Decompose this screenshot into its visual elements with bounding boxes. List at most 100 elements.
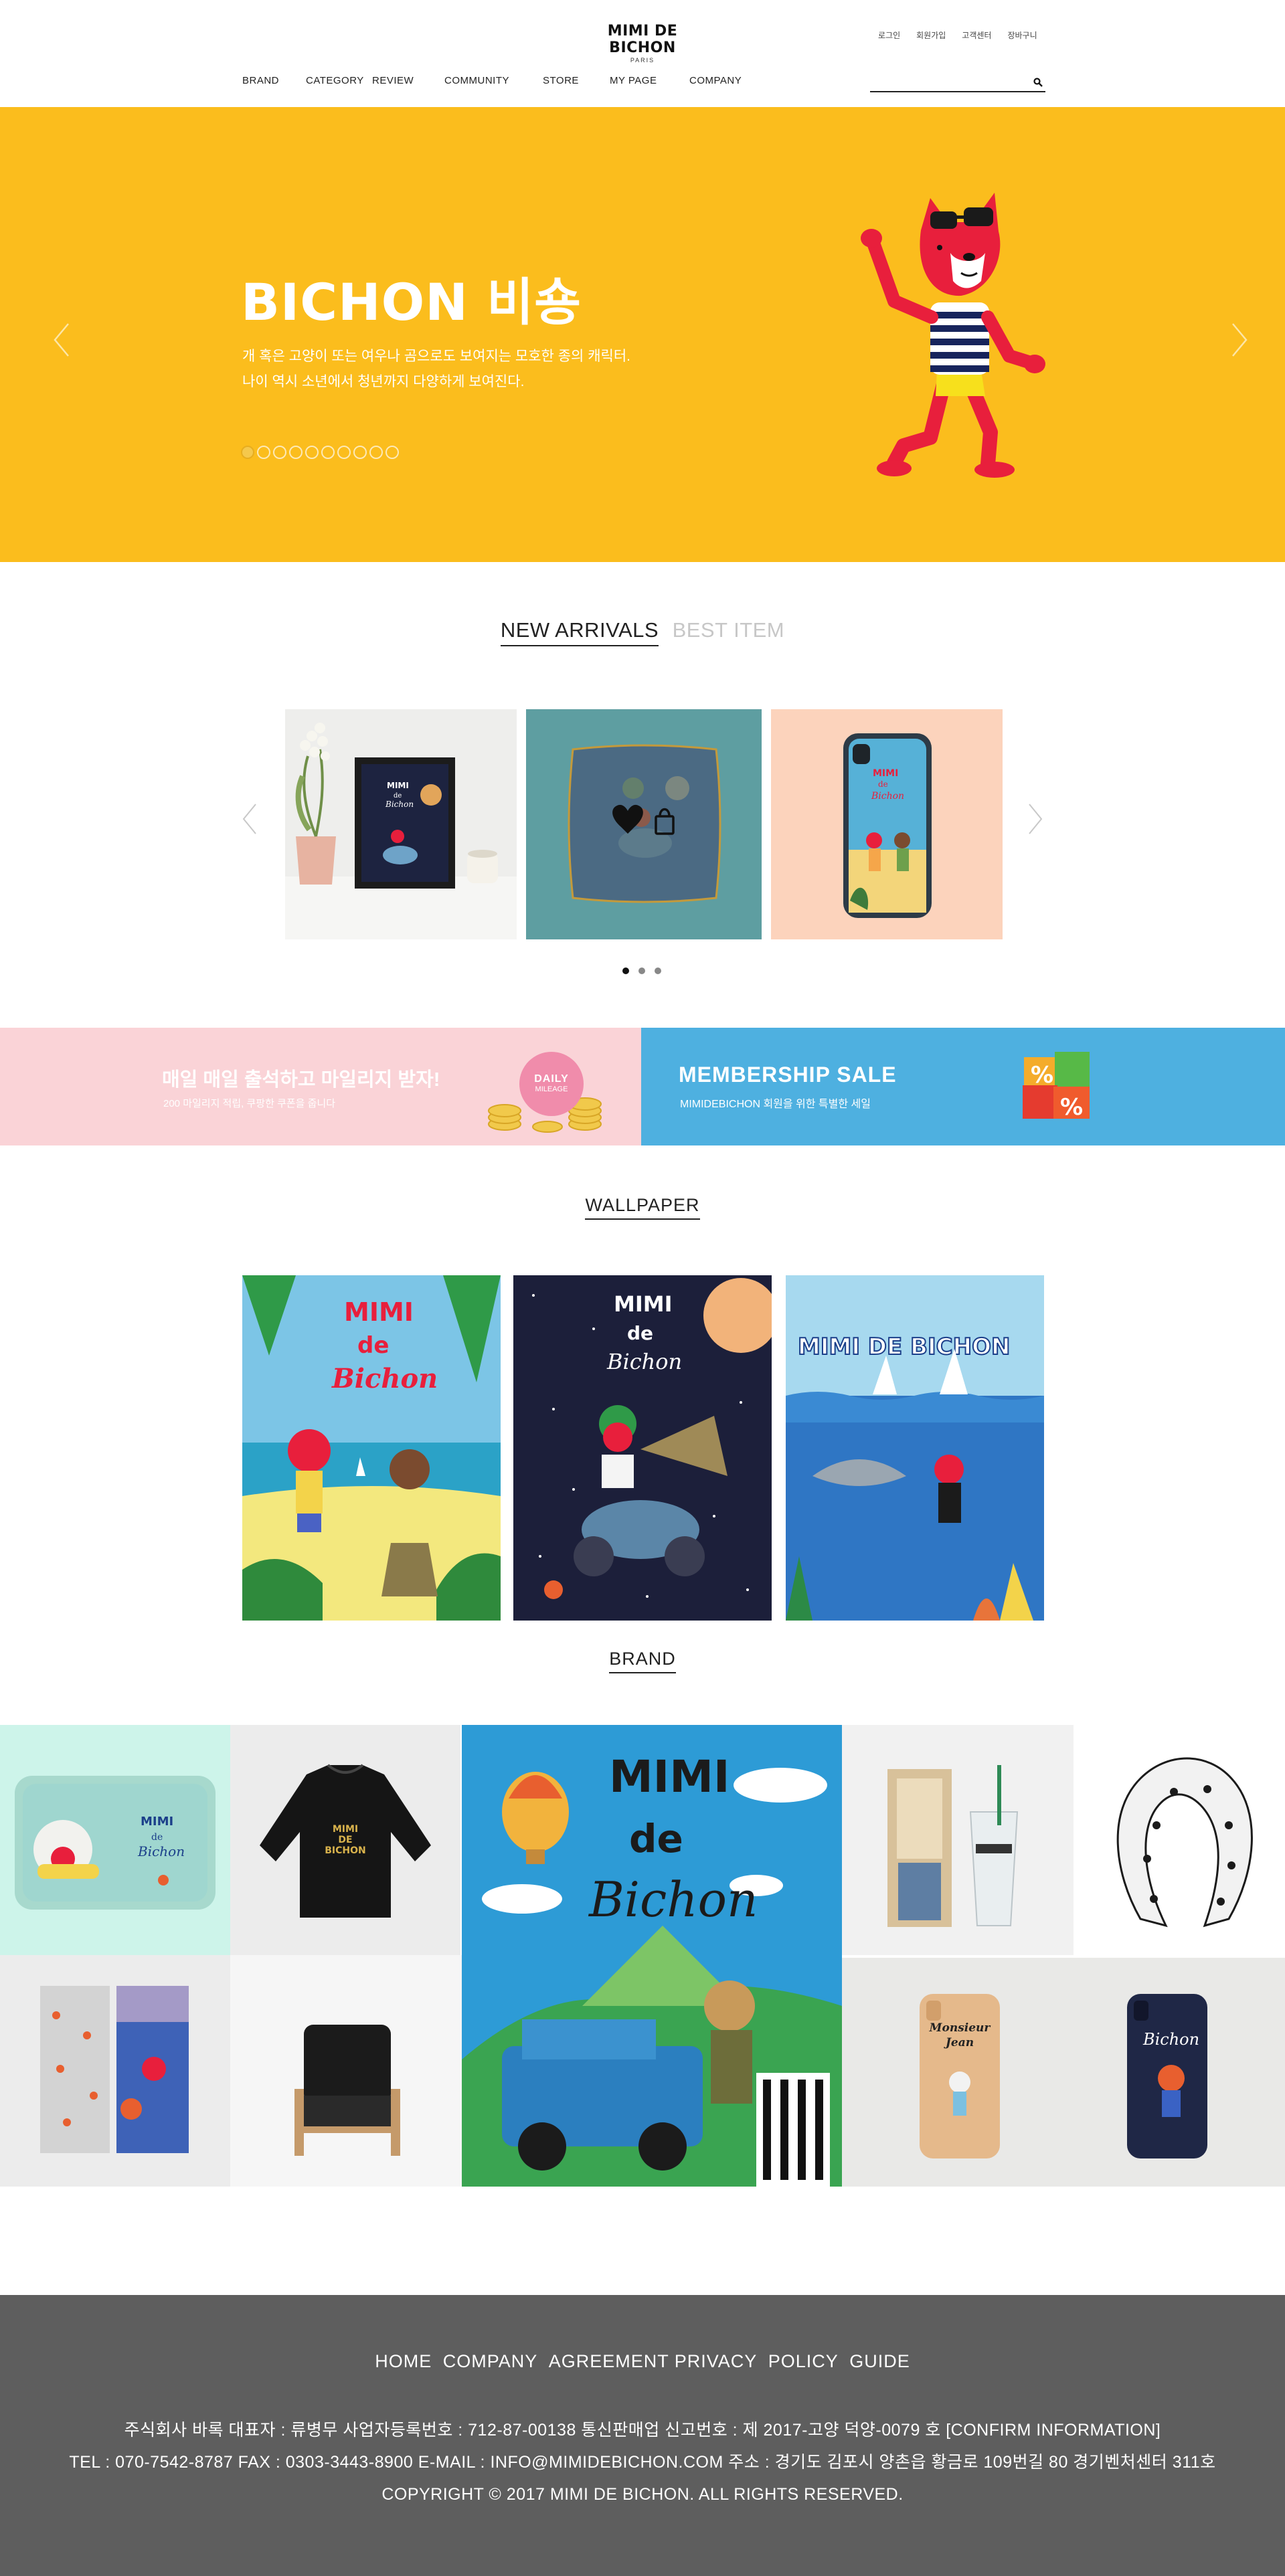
- wallpaper-card-space[interactable]: MIMI de Bichon: [513, 1275, 772, 1621]
- hero-dot[interactable]: [273, 446, 286, 459]
- hero-dot[interactable]: [241, 446, 254, 459]
- brand-tray-image: MIMI de Bichon: [15, 1776, 216, 1910]
- site-logo[interactable]: MIMI DE BICHON PARIS: [580, 23, 705, 64]
- brand-cell-phone-cases[interactable]: Monsieur Jean Bichon: [842, 1958, 1285, 2187]
- nav-item-review[interactable]: REVIEW: [372, 75, 444, 86]
- phone-case-image: MIMI de Bichon: [771, 709, 1003, 939]
- brand-cell-sweater[interactable]: MIMI DE BICHON: [230, 1725, 460, 1955]
- membership-banner-title: MEMBERSHIP SALE: [679, 1063, 897, 1087]
- footer-link-policy[interactable]: POLICY: [768, 2351, 839, 2371]
- slider-next-arrow-icon[interactable]: [1025, 799, 1045, 839]
- brand-safari-poster-image: MIMI de Bichon: [462, 1725, 842, 2187]
- footer-info-line-2: TEL : 070-7542-8787 FAX : 0303-3443-8900…: [69, 2453, 1216, 2472]
- svg-text:MIMI: MIMI: [141, 1815, 173, 1829]
- hero-dot[interactable]: [289, 446, 303, 459]
- search-icon[interactable]: [1033, 78, 1043, 87]
- cushion-image: [526, 709, 762, 939]
- footer-link-guide[interactable]: GUIDE: [849, 2351, 910, 2371]
- cart-link[interactable]: 장바구니: [1007, 29, 1037, 41]
- daily-mileage-banner[interactable]: 매일 매일 출석하고 마일리지 받자! 200 마일리지 적립, 쿠팡한 쿠폰을…: [0, 1028, 641, 1145]
- hero-prev-arrow-icon[interactable]: [48, 313, 75, 367]
- brand-cell-chair[interactable]: [230, 1955, 462, 2187]
- framed-print-image: MIMI de Bichon: [285, 709, 517, 939]
- slider-pagination: [622, 968, 661, 974]
- nav-item-store[interactable]: STORE: [543, 75, 610, 86]
- hero-dot[interactable]: [257, 446, 270, 459]
- brand-cell-tumbler[interactable]: [842, 1725, 1074, 1955]
- hero-dot[interactable]: [305, 446, 319, 459]
- daily-banner-title: 매일 매일 출석하고 마일리지 받자!: [162, 1069, 440, 1091]
- slider-prev-arrow-icon[interactable]: [240, 799, 260, 839]
- nav-item-my-page[interactable]: MY PAGE: [610, 75, 689, 86]
- brand-grid: MIMI de Bichon MIMI DE BICHON MIMI de Bi…: [0, 1725, 1285, 2187]
- product-card-cushion[interactable]: [526, 709, 762, 939]
- footer-info-line-1: 주식회사 바록 대표자 : 류병무 사업자등록번호 : 712-87-00138…: [124, 2421, 1161, 2440]
- svg-text:Bichon: Bichon: [1142, 2030, 1199, 2049]
- wallpaper-underwater-art: MIMI DE BICHON: [786, 1275, 1044, 1621]
- nav-item-category[interactable]: CATEGORY: [306, 75, 372, 86]
- search-input[interactable]: [870, 72, 1024, 90]
- product-tabs: NEW ARRIVALS BEST ITEM: [0, 618, 1285, 646]
- brand-title-text: BRAND: [609, 1649, 676, 1673]
- svg-text:Bichon: Bichon: [606, 1349, 682, 1374]
- customer-center-link[interactable]: 고객센터: [962, 29, 991, 41]
- main-nav: BRAND CATEGORY REVIEW COMMUNITY STORE MY…: [242, 75, 756, 86]
- wallpaper-card-beach[interactable]: MIMI de Bichon: [242, 1275, 501, 1621]
- svg-text:%: %: [1060, 1094, 1083, 1121]
- site-footer: HOME COMPANY AGREEMENT PRIVACY POLICY GU…: [0, 2295, 1285, 2576]
- svg-text:de: de: [357, 1332, 389, 1359]
- hero-title: BICHON 비숑: [241, 272, 582, 332]
- footer-link-company[interactable]: COMPANY: [443, 2351, 538, 2371]
- footer-link-agreement-privacy[interactable]: AGREEMENT PRIVACY: [549, 2351, 758, 2371]
- brand-chair-image: [294, 2025, 400, 2156]
- percent-discount-icon: % %: [1023, 1052, 1090, 1121]
- wallpaper-space-art: MIMI de Bichon: [513, 1275, 772, 1621]
- wallpaper-card-underwater[interactable]: MIMI DE BICHON: [786, 1275, 1044, 1621]
- wallpaper-title-text: WALLPAPER: [585, 1195, 700, 1220]
- product-card-phone-case[interactable]: MIMI de Bichon: [771, 709, 1003, 939]
- signup-link[interactable]: 회원가입: [916, 29, 946, 41]
- product-card-framed-print[interactable]: MIMI de Bichon: [285, 709, 517, 939]
- brand-cell-roll-blind[interactable]: [0, 1955, 230, 2187]
- nav-item-brand[interactable]: BRAND: [242, 75, 306, 86]
- brand-cell-neck-pillow[interactable]: [1074, 1725, 1285, 1958]
- hero-dot[interactable]: [321, 446, 335, 459]
- slider-dot[interactable]: [638, 968, 645, 974]
- svg-text:MIMI: MIMI: [344, 1297, 414, 1327]
- slider-dot[interactable]: [655, 968, 661, 974]
- membership-sale-banner[interactable]: MEMBERSHIP SALE MIMIDEBICHON 회원을 위한 특별한 …: [641, 1028, 1285, 1145]
- wallpaper-gallery: MIMI de Bichon MIMI de Bichon MIMI DE BI…: [242, 1275, 1045, 1621]
- hero-dot[interactable]: [386, 446, 399, 459]
- daily-banner-subtitle: 200 마일리지 적립, 쿠팡한 쿠폰을 줍니다: [163, 1098, 336, 1109]
- tab-new-arrivals[interactable]: NEW ARRIVALS: [500, 618, 659, 646]
- hero-next-arrow-icon[interactable]: [1226, 313, 1253, 367]
- brand-cell-tray[interactable]: MIMI de Bichon: [0, 1725, 230, 1955]
- bichon-character-illustration: [861, 193, 1045, 478]
- tab-best-item[interactable]: BEST ITEM: [673, 618, 785, 645]
- svg-text:MIMI: MIMI: [333, 1824, 358, 1835]
- nav-item-company[interactable]: COMPANY: [689, 75, 756, 86]
- svg-text:MIMI DE BICHON: MIMI DE BICHON: [798, 1333, 1010, 1360]
- svg-text:Bichon: Bichon: [331, 1363, 438, 1394]
- brand-cell-safari-poster[interactable]: MIMI de Bichon: [462, 1725, 842, 2187]
- svg-text:Bichon: Bichon: [588, 1871, 758, 1928]
- nav-item-community[interactable]: COMMUNITY: [444, 75, 543, 86]
- logo-main-text: MIMI DE BICHON: [607, 23, 678, 56]
- hero-dot[interactable]: [337, 446, 351, 459]
- svg-text:Bichon: Bichon: [385, 800, 414, 809]
- login-link[interactable]: 로그인: [878, 29, 900, 41]
- svg-text:de: de: [394, 792, 402, 800]
- svg-text:de: de: [151, 1832, 163, 1843]
- slider-dot[interactable]: [622, 968, 629, 974]
- footer-link-home[interactable]: HOME: [375, 2351, 432, 2371]
- brand-tumbler-image: [887, 1765, 1019, 1927]
- logo-sub-text: PARIS: [630, 57, 655, 64]
- hero-desc-line-1: 개 혹은 고양이 또는 여우나 곰으로도 보여지는 모호한 종의 캐릭터.: [242, 349, 630, 364]
- svg-text:de: de: [627, 1322, 653, 1344]
- svg-text:Jean: Jean: [944, 2036, 974, 2049]
- svg-text:BICHON: BICHON: [325, 1845, 366, 1856]
- footer-company-info: 주식회사 바록 대표자 : 류병무 사업자등록번호 : 712-87-00138…: [0, 2414, 1285, 2510]
- badge-line-1: DAILY: [534, 1073, 569, 1085]
- hero-dot[interactable]: [369, 446, 383, 459]
- hero-dot[interactable]: [353, 446, 367, 459]
